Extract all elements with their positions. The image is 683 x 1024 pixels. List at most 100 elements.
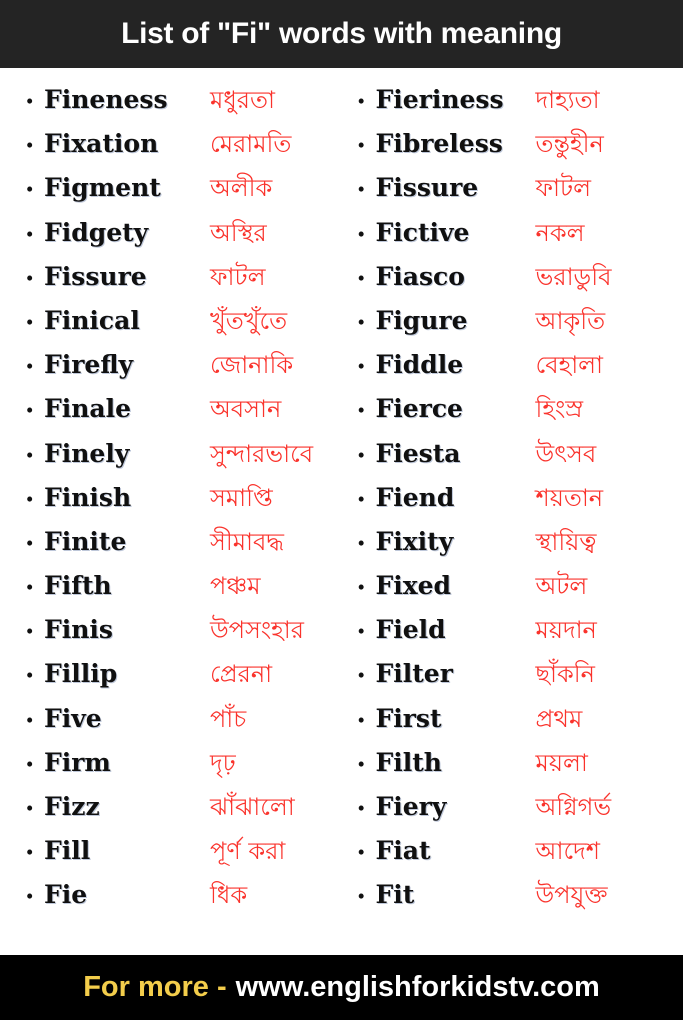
word-row: • Fineness মধুরতা (26, 78, 338, 122)
english-word: Finish (44, 482, 132, 512)
bullet-point-icon: • (357, 751, 365, 776)
bengali-meaning: ফাটল (210, 262, 266, 291)
english-word: Fiddle (375, 350, 464, 380)
word-row: • Fixed অটল (358, 564, 680, 608)
english-word: Figure (375, 305, 468, 335)
bullet-point-icon: • (357, 796, 365, 820)
bullet-point-icon: • (26, 796, 34, 820)
english-word: First (375, 703, 442, 733)
bengali-meaning: ময়লা (535, 748, 588, 777)
bullet-point-icon: • (357, 663, 365, 688)
bullet-point-icon: • (26, 575, 34, 600)
english-word: Fiery (375, 792, 447, 821)
bengali-meaning: মধুরতা (210, 86, 275, 114)
bengali-meaning: অলীক (210, 174, 273, 203)
bengali-meaning: দাহ্যতা (535, 86, 600, 114)
word-row: • First প্রথম (358, 697, 680, 741)
bengali-meaning: সমাপ্তি (210, 483, 273, 512)
bengali-meaning: বেহালা (535, 351, 604, 380)
bengali-meaning: পূর্ণ করা (210, 837, 286, 866)
bullet-point-icon: • (357, 442, 365, 467)
english-word: Fissure (375, 173, 479, 203)
english-word: Finale (44, 394, 132, 424)
footer-website-url: www.englishforkidstv.com (235, 971, 600, 1003)
english-word: Firefly (44, 350, 134, 380)
word-row: • Fixation মেরামতি (26, 122, 338, 166)
english-word: Fieriness (375, 85, 504, 114)
word-row: • Firefly জোনাকি (26, 343, 338, 387)
bullet-point-icon: • (26, 309, 34, 334)
english-word: Fiat (375, 836, 431, 866)
bullet-point-icon: • (357, 884, 365, 909)
bullet-point-icon: • (26, 442, 34, 467)
english-word: Fictive (375, 217, 470, 247)
bengali-meaning: মেরামতি (210, 130, 292, 159)
word-row: • Finical খুঁতখুঁতে (26, 299, 338, 343)
bullet-point-icon: • (357, 707, 365, 732)
word-row: • Firm দৃঢ় (26, 741, 338, 785)
english-word: Firm (44, 747, 111, 777)
bengali-meaning: খুঁতখুঁতে (210, 306, 288, 335)
bullet-point-icon: • (357, 89, 365, 113)
bullet-point-icon: • (357, 530, 365, 555)
bengali-meaning: আদেশ (535, 837, 600, 866)
bengali-meaning: পাঁচ (210, 704, 247, 733)
bengali-meaning: সুন্দারভাবে (210, 439, 314, 468)
bengali-meaning: জোনাকি (210, 351, 294, 380)
word-row: • Filter ছাঁকনি (358, 652, 680, 696)
word-row: • Fiend শয়তান (358, 476, 680, 520)
bullet-point-icon: • (26, 884, 34, 909)
word-row: • Fictive নকল (358, 211, 680, 255)
bengali-meaning: ধিক (210, 881, 248, 910)
bullet-point-icon: • (26, 221, 34, 246)
word-row: • Fieriness দাহ্যতা (358, 78, 680, 122)
word-row: • Fiasco ভরাডুবি (358, 255, 680, 299)
bullet-point-icon: • (26, 663, 34, 688)
english-word: Filth (375, 747, 442, 777)
word-row: • Finish সমাপ্তি (26, 476, 338, 520)
bullet-point-icon: • (26, 530, 34, 555)
word-row: • Field ময়দান (358, 608, 680, 652)
english-word: Fie (44, 880, 88, 910)
bullet-point-icon: • (26, 354, 34, 379)
bullet-point-icon: • (26, 177, 34, 202)
word-row: • Figment অলীক (26, 166, 338, 210)
word-row: • Figure আকৃতি (358, 299, 680, 343)
english-word: Fixity (375, 526, 454, 556)
bullet-point-icon: • (357, 133, 365, 158)
word-row: • Fiat আদেশ (358, 829, 680, 873)
bengali-meaning: সীমাবদ্ধ (210, 527, 284, 556)
english-word: Fineness (44, 85, 168, 114)
bengali-meaning: অটল (535, 572, 588, 601)
footer-bar: For more - www.englishforkidstv.com (0, 955, 683, 1024)
word-row: • Fiesta উৎসব (358, 432, 680, 476)
word-row: • Fill পূর্ণ করা (26, 829, 338, 873)
word-row: • Five পাঁচ (26, 697, 338, 741)
word-row: • Fiery অগ্নিগর্ভ (358, 785, 680, 829)
english-word: Fixation (44, 129, 159, 159)
bullet-point-icon: • (26, 751, 34, 776)
word-row: • Fizz ঝাঁঝালো (26, 785, 338, 829)
bengali-meaning: উৎসব (535, 439, 597, 468)
bullet-point-icon: • (26, 398, 34, 423)
bengali-meaning: উপযুক্ত (535, 881, 608, 910)
word-row: • Fifth পঞ্চম (26, 564, 338, 608)
english-word: Fierce (375, 394, 463, 424)
bengali-meaning: উপসংহার (210, 616, 304, 645)
bullet-point-icon: • (26, 89, 34, 113)
english-word: Fiesta (375, 438, 461, 468)
english-word: Field (375, 615, 446, 645)
page-title: List of "Fi" words with meaning (121, 17, 562, 50)
bullet-point-icon: • (26, 840, 34, 865)
bengali-meaning: প্রেরনা (210, 660, 273, 689)
bengali-meaning: ভরাডুবি (535, 262, 612, 291)
word-row: • Fibreless তন্তুহীন (358, 122, 680, 166)
bengali-meaning: প্রথম (535, 704, 583, 733)
bengali-meaning: হিংস্র (535, 395, 584, 424)
english-word: Fiasco (375, 261, 465, 291)
bengali-meaning: তন্তুহীন (535, 130, 604, 159)
word-row: • Fillip প্রেরনা (26, 652, 338, 696)
english-word: Fill (44, 836, 91, 866)
bengali-meaning: স্থায়িত্ব (535, 527, 597, 556)
bullet-point-icon: • (26, 619, 34, 644)
